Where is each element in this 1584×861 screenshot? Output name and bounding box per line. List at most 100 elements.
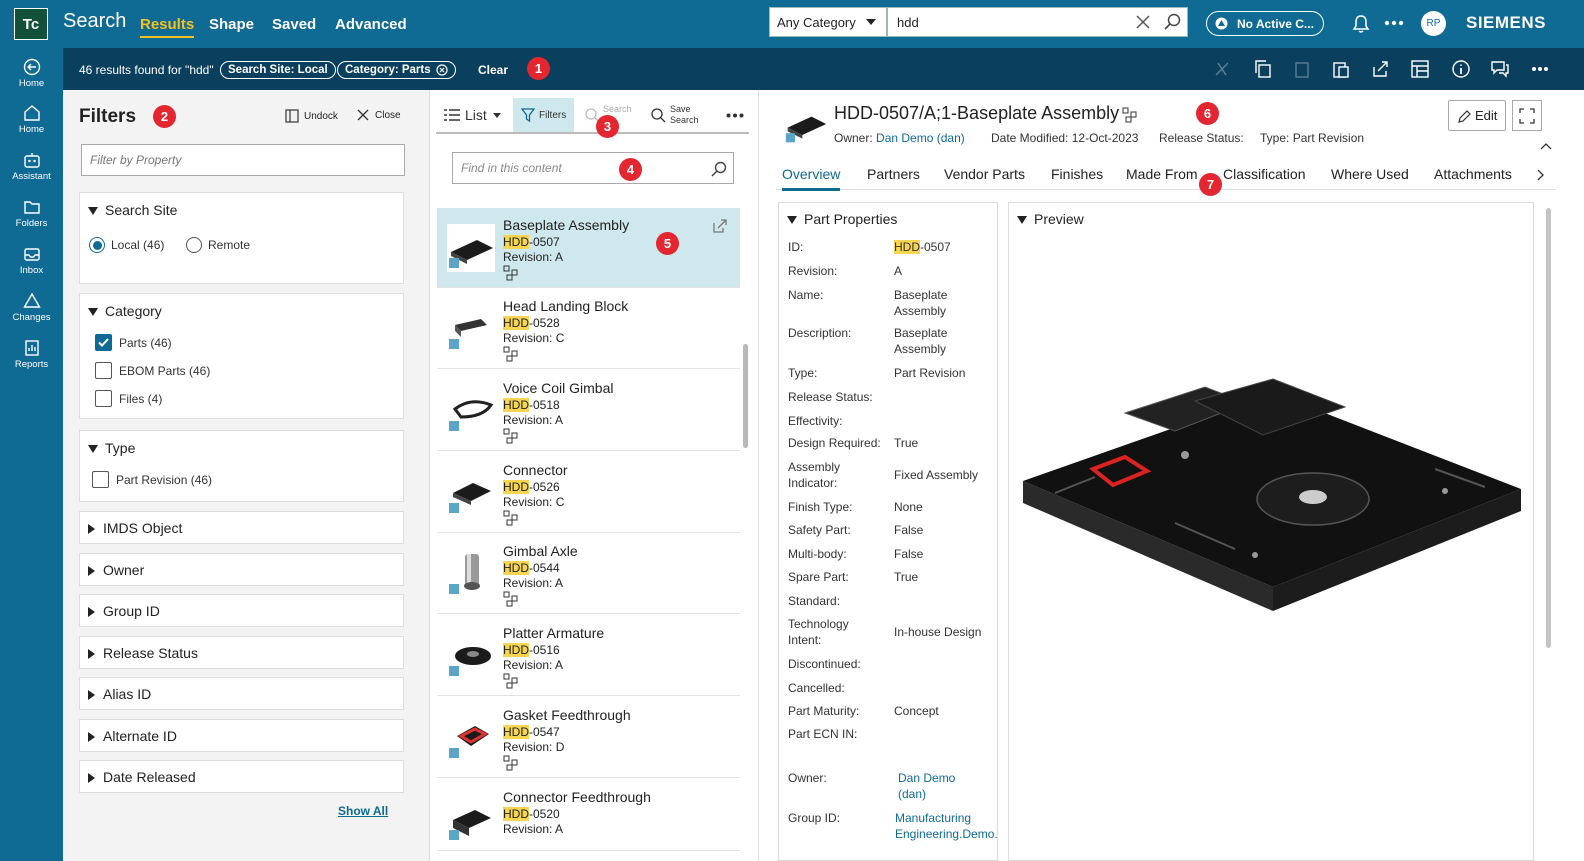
nav-home[interactable]: Home	[0, 98, 63, 142]
more-icon[interactable]	[1384, 20, 1404, 26]
filter-owner[interactable]: Owner	[79, 553, 404, 586]
paste-icon[interactable]	[1331, 59, 1351, 79]
bell-icon[interactable]	[1352, 14, 1370, 34]
section-header[interactable]: Preview	[1017, 211, 1084, 227]
nav-inbox[interactable]: Inbox	[0, 239, 63, 283]
info-icon[interactable]	[1451, 59, 1471, 79]
tab-advanced[interactable]: Advanced	[335, 16, 407, 33]
show-all-link[interactable]: Show All	[338, 804, 388, 818]
collapse-header-icon[interactable]	[1540, 142, 1552, 150]
checkbox-checked-icon	[95, 334, 112, 351]
list-scrollbar[interactable]	[743, 344, 748, 448]
tab-overview[interactable]: Overview	[782, 166, 841, 191]
collapse-icon	[88, 207, 98, 216]
nav-folders[interactable]: Folders	[0, 192, 63, 236]
radio-remote[interactable]: Remote	[186, 237, 250, 253]
tab-where-used[interactable]: Where Used	[1331, 166, 1409, 182]
search-input[interactable]: hdd	[887, 7, 1188, 37]
view-list-button[interactable]: List	[444, 98, 501, 132]
tab-classification[interactable]: Classification	[1223, 166, 1305, 182]
list-item[interactable]: Connector Feedthrough HDD-0520 Revision:…	[437, 780, 740, 851]
filter-alternate-id[interactable]: Alternate ID	[79, 719, 404, 752]
nav-changes[interactable]: Changes	[0, 286, 63, 330]
copy-icon[interactable]	[1253, 59, 1273, 79]
nav-reports[interactable]: Reports	[0, 333, 63, 377]
list-item[interactable]: Baseplate Assembly HDD-0507 Revision: A …	[437, 208, 740, 288]
clear-filters-link[interactable]: Clear	[478, 63, 508, 77]
share-icon[interactable]	[1371, 59, 1391, 79]
checkbox-part-revision[interactable]: Part Revision (46)	[92, 471, 212, 488]
owner-meta: Owner: Dan Demo (dan)	[834, 131, 965, 145]
user-avatar[interactable]: RP	[1421, 11, 1446, 36]
find-in-content-input[interactable]: Find in this content	[452, 152, 734, 184]
nav-assistant[interactable]: Assistant	[0, 145, 63, 189]
filter-header[interactable]: Type	[88, 440, 135, 456]
filter-by-property-input[interactable]	[81, 144, 405, 176]
filter-imds-object[interactable]: IMDS Object	[79, 511, 404, 544]
radio-local[interactable]: Local (46)	[89, 237, 164, 253]
clear-icon[interactable]	[1136, 15, 1150, 29]
funnel-icon	[521, 108, 535, 122]
tab-saved[interactable]: Saved	[272, 16, 316, 33]
list-item[interactable]: Head Landing Block HDD-0528 Revision: C	[437, 289, 740, 369]
filter-alias-id[interactable]: Alias ID	[79, 677, 404, 710]
checkbox-files[interactable]: Files (4)	[95, 390, 162, 407]
result-count: 46 results found for "hdd"	[79, 63, 214, 77]
list-item[interactable]: Gimbal Axle HDD-0544 Revision: A	[437, 534, 740, 614]
context-button-label: No Active C...	[1237, 16, 1314, 31]
tab-partners[interactable]: Partners	[867, 166, 920, 182]
filter-header[interactable]: Search Site	[88, 202, 177, 218]
tab-shape[interactable]: Shape	[209, 16, 254, 33]
list-item[interactable]: Gasket Feedthrough HDD-0547 Revision: D	[437, 698, 740, 778]
chat-icon[interactable]	[1490, 59, 1510, 79]
edit-button[interactable]: Edit	[1448, 100, 1506, 131]
tab-vendor-parts[interactable]: Vendor Parts	[944, 166, 1025, 182]
filter-release-status[interactable]: Release Status	[79, 636, 404, 669]
tab-attachments[interactable]: Attachments	[1434, 166, 1512, 182]
more-icon[interactable]	[1531, 66, 1549, 72]
undock-button[interactable]: Undock	[285, 109, 338, 123]
filter-label: IMDS Object	[103, 520, 183, 536]
item-id: HDD-0518	[503, 398, 560, 412]
nav-home-back[interactable]: Home	[0, 52, 63, 96]
remove-chip-icon[interactable]	[436, 64, 448, 76]
checkbox-parts[interactable]: Parts (46)	[95, 334, 172, 351]
search-icon[interactable]	[1164, 13, 1182, 31]
detail-scrollbar[interactable]	[1546, 208, 1551, 648]
disabled-tool-icon	[1215, 62, 1229, 76]
baseplate-3d-preview[interactable]	[1015, 373, 1527, 613]
chip-search-site[interactable]: Search Site: Local	[220, 61, 336, 79]
app-logo[interactable]: Tc	[14, 8, 48, 40]
layout-icon[interactable]	[1410, 59, 1430, 79]
group-id-link[interactable]: Manufacturing Engineering.Demo.Si	[895, 810, 997, 842]
filter-header[interactable]: Category	[88, 303, 162, 319]
category-select[interactable]: Any Category	[769, 7, 887, 37]
prop-label: Part Maturity:	[788, 704, 860, 718]
id-rest: -0516	[529, 643, 560, 657]
chevron-right-icon[interactable]	[1537, 169, 1545, 181]
tab-finishes[interactable]: Finishes	[1051, 166, 1103, 182]
item-name: Connector	[503, 462, 568, 478]
owner-link[interactable]: Dan Demo (dan)	[898, 770, 968, 802]
open-item-icon[interactable]	[712, 218, 728, 234]
search-icon[interactable]	[711, 161, 727, 177]
filter-date-released[interactable]: Date Released	[79, 760, 404, 793]
fullscreen-button[interactable]	[1512, 100, 1542, 131]
filters-toggle-button[interactable]: Filters	[513, 98, 574, 132]
checkbox-ebom-parts[interactable]: EBOM Parts (46)	[95, 362, 210, 379]
type-label: Type:	[1260, 131, 1290, 145]
owner-link[interactable]: Dan Demo (dan)	[876, 131, 965, 145]
section-header[interactable]: Part Properties	[787, 211, 897, 227]
chip-category[interactable]: Category: Parts	[337, 61, 456, 79]
close-button[interactable]: Close	[357, 109, 401, 121]
context-button[interactable]: No Active C...	[1206, 11, 1324, 36]
list-item[interactable]: Connector HDD-0526 Revision: C	[437, 453, 740, 533]
tab-results[interactable]: Results	[140, 16, 195, 38]
filter-group-id[interactable]: Group ID	[79, 594, 404, 627]
prop-label: Owner:	[788, 771, 827, 785]
save-search-button[interactable]: Save Search	[650, 98, 699, 132]
list-item[interactable]: Voice Coil Gimbal HDD-0518 Revision: A	[437, 371, 740, 451]
more-icon[interactable]	[726, 113, 744, 118]
list-item[interactable]: Platter Armature HDD-0516 Revision: A	[437, 616, 740, 696]
tab-made-from[interactable]: Made From	[1126, 166, 1198, 182]
